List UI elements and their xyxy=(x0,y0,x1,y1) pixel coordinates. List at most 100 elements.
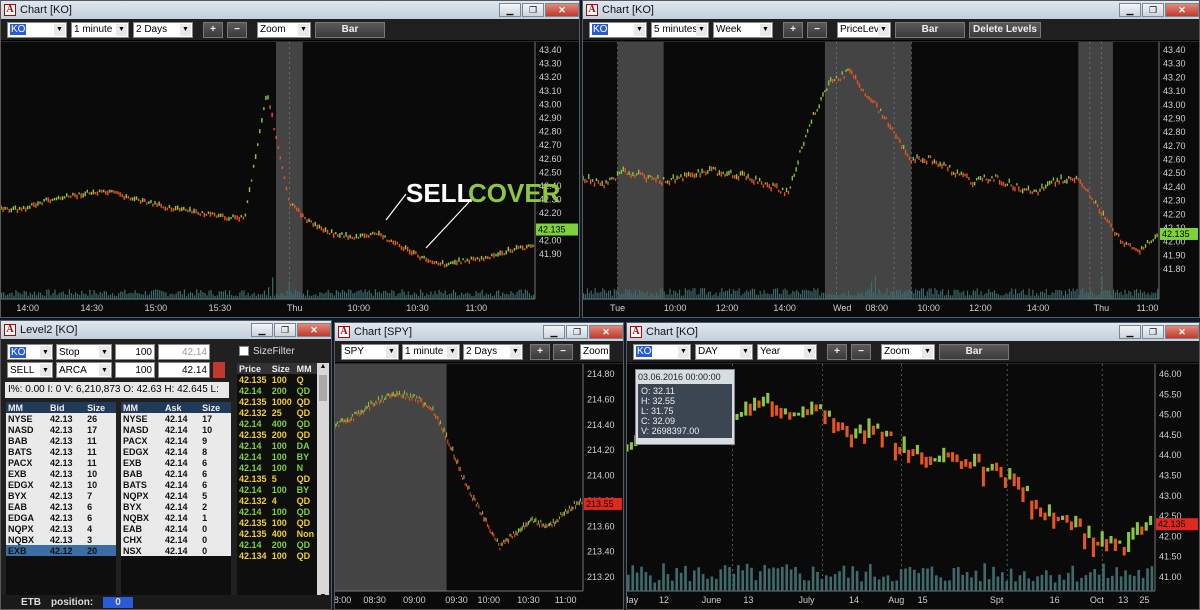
table-row[interactable]: 42.135 200 QD xyxy=(237,429,317,440)
range-select[interactable]: Week ▼ xyxy=(713,21,773,38)
price-chart[interactable]: 43.40 43.30 43.20 43.10 43.00 42.90 42.80 42.70… xyxy=(583,42,1199,317)
price-chart[interactable]: 214.80214.60214.40214.20214.00213.80213.… xyxy=(335,364,623,609)
table-row[interactable]: NSX 42.14 0 xyxy=(121,545,231,556)
minimize-button[interactable]: ▁ xyxy=(251,323,273,337)
price-input[interactable]: 42.14 xyxy=(158,344,210,360)
table-row[interactable]: NYSE 42.14 17 xyxy=(121,413,231,424)
column-header[interactable]: Ask xyxy=(163,402,201,413)
table-row[interactable]: 42.14 200 QD xyxy=(237,539,317,550)
minimize-button[interactable]: ▁ xyxy=(1119,3,1141,17)
table-row[interactable]: 42.14 100 BY xyxy=(237,484,317,495)
price-input[interactable]: 42.14 xyxy=(158,362,210,378)
table-row[interactable]: 42.14 100 BY xyxy=(237,451,317,462)
table-row[interactable]: 42.135 5 QD xyxy=(237,473,317,484)
quantity-input[interactable]: 100 xyxy=(115,344,155,360)
chart-type-button[interactable]: Bar xyxy=(315,21,385,38)
tool-select[interactable]: Zoom ▼ xyxy=(257,21,311,38)
column-header[interactable]: MM xyxy=(294,363,317,374)
table-row[interactable]: NASD 42.14 10 xyxy=(121,424,231,435)
table-row[interactable]: NQPX 42.14 5 xyxy=(121,490,231,501)
send-order-button[interactable] xyxy=(213,362,225,378)
tool-select[interactable]: Zoom ▼ xyxy=(881,343,935,360)
range-select[interactable]: Year ▼ xyxy=(757,343,817,360)
column-header[interactable]: Price xyxy=(237,363,270,374)
table-row[interactable]: EXB 42.14 6 xyxy=(121,457,231,468)
scroll-thumb[interactable] xyxy=(319,375,327,401)
interval-select[interactable]: DAY ▼ xyxy=(695,343,753,360)
range-select[interactable]: 2 Days ▼ xyxy=(133,21,193,38)
route-select[interactable]: ARCA ▼ xyxy=(56,362,112,378)
table-row[interactable]: NYSE 42.13 26 xyxy=(6,413,116,424)
title-bar[interactable]: A Chart [SPY] ▁ ❐ ✕ xyxy=(335,323,623,341)
table-row[interactable]: 42.14 200 QD xyxy=(237,385,317,396)
order-type-select[interactable]: Stop ▼ xyxy=(56,344,112,360)
close-button[interactable]: ✕ xyxy=(545,3,579,17)
title-bar[interactable]: A Chart [KO] ▁ ❐ ✕ xyxy=(627,323,1199,341)
minimize-button[interactable]: ▁ xyxy=(1119,325,1141,339)
tool-select[interactable]: PriceLeve ▼ xyxy=(837,21,891,38)
close-button[interactable]: ✕ xyxy=(1165,3,1199,17)
table-row[interactable]: 42.14 100 N xyxy=(237,462,317,473)
zoom-in-button[interactable]: + xyxy=(530,343,550,360)
title-bar[interactable]: A Chart [KO] ▁ ❐ ✕ xyxy=(1,1,579,19)
symbol-input[interactable]: KO ▼ xyxy=(7,21,67,38)
table-row[interactable]: 42.132 25 QD xyxy=(237,407,317,418)
chart-type-button[interactable]: Bar xyxy=(939,343,1009,360)
table-row[interactable]: EXB 42.13 10 xyxy=(6,468,116,479)
table-row[interactable]: 42.14 400 QD xyxy=(237,418,317,429)
column-header[interactable]: Bid xyxy=(48,402,86,413)
close-button[interactable]: ✕ xyxy=(297,323,331,337)
tool-select[interactable]: Zoom xyxy=(580,343,610,360)
symbol-input[interactable]: KO ▼ xyxy=(633,343,691,360)
zoom-out-button[interactable]: − xyxy=(807,21,827,38)
interval-select[interactable]: 1 minute ▼ xyxy=(402,343,460,360)
maximize-button[interactable]: ❐ xyxy=(1142,325,1164,339)
column-header[interactable]: MM xyxy=(6,402,49,413)
title-bar[interactable]: A Chart [KO] ▁ ❐ ✕ xyxy=(583,1,1199,19)
zoom-in-button[interactable]: + xyxy=(827,343,847,360)
chart-type-button[interactable]: Bar xyxy=(895,21,965,38)
close-button[interactable]: ✕ xyxy=(589,325,623,339)
zoom-in-button[interactable]: + xyxy=(783,21,803,38)
table-row[interactable]: PACX 42.13 11 xyxy=(6,457,116,468)
zoom-in-button[interactable]: + xyxy=(203,21,223,38)
minimize-button[interactable]: ▁ xyxy=(543,325,565,339)
delete-levels-button[interactable]: Delete Levels xyxy=(969,21,1041,38)
quantity-input[interactable]: 100 xyxy=(115,362,155,378)
symbol-input[interactable]: KO ▼ xyxy=(589,21,647,38)
table-row[interactable]: PACX 42.14 9 xyxy=(121,435,231,446)
symbol-input[interactable]: SPY ▼ xyxy=(341,343,399,360)
table-row[interactable]: BYX 42.13 7 xyxy=(6,490,116,501)
zoom-out-button[interactable]: − xyxy=(227,21,247,38)
zoom-out-button[interactable]: − xyxy=(553,343,573,360)
table-row[interactable]: EDGX 42.14 8 xyxy=(121,446,231,457)
scrollbar[interactable]: ▲▼ xyxy=(317,363,329,605)
zoom-out-button[interactable]: − xyxy=(851,343,871,360)
table-row[interactable]: NQBX 42.14 1 xyxy=(121,512,231,523)
size-filter-checkbox[interactable] xyxy=(239,346,249,356)
column-header[interactable]: MM xyxy=(121,402,164,413)
interval-select[interactable]: 1 minute ▼ xyxy=(71,21,129,38)
range-select[interactable]: 2 Days ▼ xyxy=(463,343,523,360)
table-row[interactable]: BATS 42.14 6 xyxy=(121,479,231,490)
table-row[interactable]: 42.135 1000 QD xyxy=(237,396,317,407)
table-row[interactable]: 42.135 400 Non xyxy=(237,528,317,539)
table-row[interactable]: 42.135 100 Q xyxy=(237,374,317,385)
column-header[interactable]: Size xyxy=(269,363,295,374)
table-row[interactable]: EDGA 42.13 6 xyxy=(6,512,116,523)
table-row[interactable]: NASD 42.13 17 xyxy=(6,424,116,435)
table-row[interactable]: 42.135 100 QD xyxy=(237,517,317,528)
table-row[interactable]: 42.132 4 QD xyxy=(237,495,317,506)
table-row[interactable]: BAB 42.13 11 xyxy=(6,435,116,446)
side-select[interactable]: SELL ▼ xyxy=(7,362,53,378)
table-row[interactable]: 42.14 100 QD xyxy=(237,506,317,517)
maximize-button[interactable]: ❐ xyxy=(522,3,544,17)
table-row[interactable]: EXB 42.12 20 xyxy=(6,545,116,556)
close-button[interactable]: ✕ xyxy=(1165,325,1199,339)
column-header[interactable]: Size xyxy=(200,402,231,413)
symbol-input[interactable]: KO ▼ xyxy=(7,344,53,360)
interval-select[interactable]: 5 minutes ▼ xyxy=(651,21,709,38)
table-row[interactable]: NQPX 42.13 4 xyxy=(6,523,116,534)
table-row[interactable]: CHX 42.14 0 xyxy=(121,534,231,545)
maximize-button[interactable]: ❐ xyxy=(1142,3,1164,17)
